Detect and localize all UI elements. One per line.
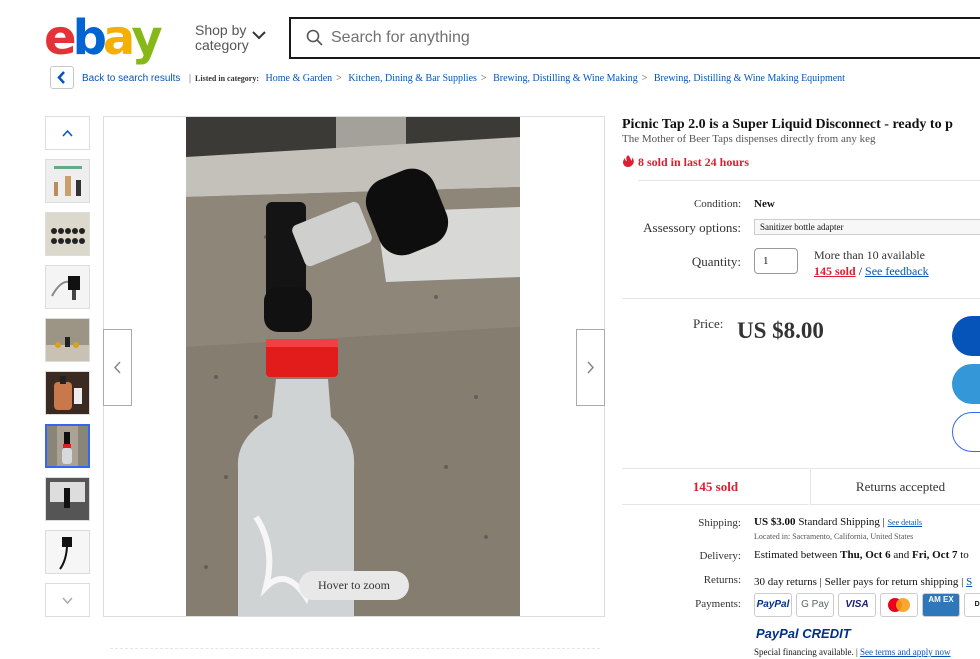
shipping-row: US $3.00 Standard Shipping | See details xyxy=(754,516,923,528)
returns-policy: 30 day returns | Seller pays for return … xyxy=(754,576,972,588)
returns-label: Returns: xyxy=(703,574,741,586)
breadcrumb-kitchen[interactable]: Kitchen, Dining & Bar Supplies xyxy=(348,73,477,84)
thumbnail[interactable] xyxy=(45,477,90,521)
breadcrumb-home-garden[interactable]: Home & Garden xyxy=(266,73,333,84)
delivery-to: Fri, Oct 7 xyxy=(911,549,958,561)
hover-to-zoom-label: Hover to zoom xyxy=(299,571,409,600)
quantity-label: Quantity: xyxy=(691,254,741,269)
prev-image-button[interactable] xyxy=(103,329,132,406)
add-to-cart-button[interactable] xyxy=(952,364,980,404)
flame-icon xyxy=(623,155,634,167)
sold-recent-text: 8 sold in last 24 hours xyxy=(638,155,750,169)
google-pay-icon: G Pay xyxy=(796,593,834,617)
chevron-up-icon xyxy=(62,129,73,137)
see-feedback-link[interactable]: See feedback xyxy=(865,264,929,278)
chevron-left-icon xyxy=(57,71,65,84)
delivery-estimate: Estimated between Thu, Oct 6 and Fri, Oc… xyxy=(754,549,969,561)
thumbnail-image xyxy=(46,266,89,308)
amex-icon: AM EX xyxy=(922,593,960,617)
delivery-prefix: Estimated between xyxy=(754,549,838,561)
thumbnail-image xyxy=(46,531,89,573)
thumbnail-image xyxy=(46,213,89,255)
price-label: Price: xyxy=(693,316,724,331)
special-financing-text: Special financing available. xyxy=(754,647,854,657)
product-photo xyxy=(186,117,520,616)
breadcrumb-brewing-equipment[interactable]: Brewing, Distilling & Wine Making Equipm… xyxy=(654,73,845,84)
returns-text: 30 day returns | Seller pays for return … xyxy=(754,576,964,588)
thumbnail[interactable] xyxy=(45,318,90,362)
thumbnail[interactable] xyxy=(45,159,90,203)
payments-label: Payments: xyxy=(695,598,741,610)
delivery-suffix: to xyxy=(960,549,969,561)
category-label: category xyxy=(195,37,249,53)
divider xyxy=(622,298,980,299)
thumbnail-image xyxy=(46,160,89,202)
shop-by-category-button[interactable]: Shop by category xyxy=(195,23,249,53)
back-button[interactable] xyxy=(50,66,74,89)
mastercard-logo xyxy=(888,598,910,612)
breadcrumb: | Listed in category: Home & Garden > Kitc… xyxy=(189,73,845,84)
main-product-image[interactable] xyxy=(186,117,520,616)
thumbnail[interactable] xyxy=(45,371,90,415)
thumbs-down-button[interactable] xyxy=(45,583,90,617)
next-image-button[interactable] xyxy=(576,329,605,406)
thumbs-up-button[interactable] xyxy=(45,116,90,150)
add-to-watchlist-button[interactable] xyxy=(952,412,980,452)
thumbnail-image xyxy=(46,319,89,361)
visa-icon: VISA xyxy=(838,593,876,617)
chevron-down-icon[interactable] xyxy=(252,30,266,40)
listed-in-label: Listed in category: xyxy=(195,74,260,83)
shop-by-label: Shop by xyxy=(195,22,247,38)
returns-accepted-box: Returns accepted xyxy=(810,468,980,505)
sold-feedback-row: 145 sold / See feedback xyxy=(814,264,929,278)
thumbnail-image xyxy=(46,372,89,414)
ebay-logo[interactable]: ebay xyxy=(44,12,163,64)
sold-count-link[interactable]: 145 sold xyxy=(814,264,856,278)
delivery-from: Thu, Oct 6 xyxy=(840,549,891,561)
shipping-method: Standard Shipping xyxy=(798,516,880,528)
thumbnail[interactable] xyxy=(45,212,90,256)
sold-count-box: 145 sold xyxy=(622,468,809,505)
chevron-left-icon xyxy=(113,361,121,374)
returns-more-link[interactable]: S xyxy=(966,576,972,588)
search-icon xyxy=(306,29,323,46)
thumbnail-image xyxy=(46,478,89,520)
breadcrumb-brewing[interactable]: Brewing, Distilling & Wine Making xyxy=(493,73,638,84)
thumbnail-image xyxy=(47,426,88,466)
condition-label: Condition: xyxy=(693,198,741,210)
condition-value: New xyxy=(754,198,775,210)
thumbnail-active[interactable] xyxy=(45,424,90,468)
chevron-down-icon xyxy=(62,597,73,605)
shipping-label: Shipping: xyxy=(698,517,741,529)
quantity-input[interactable]: 1 xyxy=(754,248,798,274)
item-location: Located in: Sacramento, California, Unit… xyxy=(754,532,914,541)
divider xyxy=(638,180,980,181)
mastercard-icon xyxy=(880,593,918,617)
see-terms-link[interactable]: See terms and apply now xyxy=(860,647,950,657)
financing-row: Special financing available. | See terms… xyxy=(754,647,951,657)
options-select[interactable]: Sanitizer bottle adapter xyxy=(754,219,980,235)
thumbnail[interactable] xyxy=(45,265,90,309)
search-input[interactable] xyxy=(331,27,971,49)
availability-text: More than 10 available xyxy=(814,248,925,262)
buy-it-now-button[interactable] xyxy=(952,316,980,356)
sold-recent-badge: 8 sold in last 24 hours xyxy=(622,154,749,170)
divider xyxy=(110,648,600,649)
see-details-link[interactable]: See details xyxy=(888,518,922,527)
listing-title: Picnic Tap 2.0 is a Super Liquid Disconn… xyxy=(622,117,953,132)
price-value: US $8.00 xyxy=(737,318,824,343)
delivery-label: Delivery: xyxy=(699,550,741,562)
shipping-cost: US $3.00 xyxy=(754,516,796,528)
paypal-credit-logo: PayPal CREDIT xyxy=(756,626,851,641)
chevron-right-icon xyxy=(587,361,595,374)
back-to-search-link[interactable]: Back to search results xyxy=(82,73,180,84)
delivery-and: and xyxy=(893,549,910,561)
listing-subtitle: The Mother of Beer Taps dispenses direct… xyxy=(622,133,876,145)
thumbnail[interactable] xyxy=(45,530,90,574)
discover-icon: DISC xyxy=(964,593,980,617)
options-label: Assessory options: xyxy=(643,220,741,235)
paypal-icon: PayPal xyxy=(754,593,792,617)
